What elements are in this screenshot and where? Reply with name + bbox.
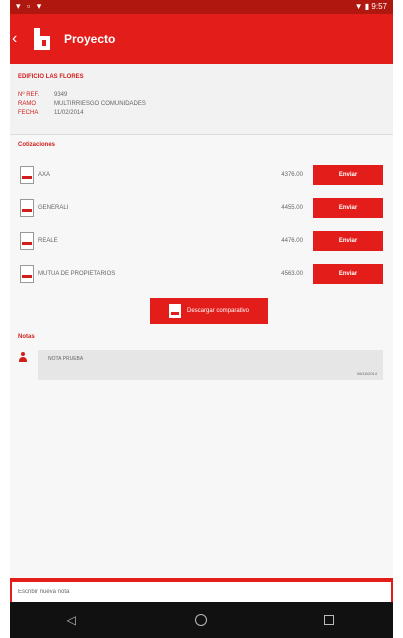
battery-icon: ▮ (364, 2, 370, 11)
project-field-fecha: FECHA 11/02/2014 (18, 110, 84, 116)
device-frame-left (0, 0, 10, 638)
note-text: NOTA PRUEBA (48, 356, 84, 362)
download-label: Descargar comparativo (186, 308, 250, 314)
pdf-document-icon[interactable] (20, 166, 34, 184)
project-field-ref: Nº REF. 9349 (18, 92, 67, 98)
logo-mark (34, 28, 50, 50)
quote-row: GENERALI 4455.00 Enviar (20, 197, 383, 219)
field-label: Nº REF. (18, 92, 40, 98)
app-screen: ▾ ▫ ▾ ▼ ▮ 9:57 ‹ Proyecto EDIFICIO LAS F… (10, 0, 393, 638)
status-time: 9:57 (371, 2, 387, 11)
quote-company: GENERALI (38, 205, 69, 211)
project-name: EDIFICIO LAS FLORES (18, 74, 84, 80)
status-bar: ▾ ▫ ▾ ▼ ▮ 9:57 (10, 0, 393, 14)
send-quote-button[interactable]: Enviar (313, 165, 383, 185)
new-note-composer (10, 578, 393, 602)
status-icons-right: ▼ ▮ 9:57 (355, 2, 387, 11)
quote-price: 4376.00 (281, 172, 303, 178)
device-frame-right (393, 0, 403, 638)
pdf-download-icon (168, 304, 181, 318)
page-title: Proyecto (64, 32, 116, 46)
pdf-document-icon[interactable] (20, 265, 34, 283)
quote-row: AXA 4376.00 Enviar (20, 164, 383, 186)
quote-price: 4476.00 (281, 238, 303, 244)
project-summary: EDIFICIO LAS FLORES Nº REF. 9349 RAMO MU… (10, 64, 393, 135)
user-avatar-icon (18, 352, 28, 362)
system-nav-bar: ◁ (10, 602, 393, 638)
note-bubble: NOTA PRUEBA 06/16/2014 (38, 350, 383, 380)
field-value: 11/02/2014 (54, 110, 84, 116)
notification-icon: ▾ (16, 1, 23, 11)
signal-icon: ▼ (354, 2, 363, 11)
quote-company: REALE (38, 238, 58, 244)
back-icon[interactable]: ◁ (67, 613, 76, 627)
project-field-ramo: RAMO MULTIRRIESGO COMUNIDADES (18, 101, 146, 107)
app-bar: ‹ Proyecto (10, 14, 393, 64)
pdf-document-icon[interactable] (20, 199, 34, 217)
quote-price: 4455.00 (281, 205, 303, 211)
quote-company: AXA (38, 172, 51, 178)
note-item: NOTA PRUEBA 06/16/2014 (18, 350, 383, 380)
quote-price: 4563.00 (281, 271, 303, 277)
field-label: RAMO (18, 101, 36, 107)
download-comparison-button[interactable]: Descargar comparativo (150, 298, 268, 324)
field-value: MULTIRRIESGO COMUNIDADES (54, 101, 146, 107)
notification-icon: ▫ (27, 1, 33, 11)
send-quote-button[interactable]: Enviar (313, 264, 383, 284)
section-title-quotes: Cotizaciones (18, 142, 56, 148)
home-icon[interactable] (195, 614, 208, 626)
field-value: 9349 (54, 92, 68, 98)
send-quote-button[interactable]: Enviar (313, 231, 383, 251)
note-date: 06/16/2014 (356, 371, 377, 376)
field-label: FECHA (18, 110, 39, 116)
quote-company: MUTUA DE PROPIETARIOS (38, 271, 116, 277)
send-quote-button[interactable]: Enviar (313, 198, 383, 218)
app-logo-icon (28, 26, 54, 52)
pdf-document-icon[interactable] (20, 232, 34, 250)
wifi-icon: ▾ (36, 1, 44, 11)
quote-row: MUTUA DE PROPIETARIOS 4563.00 Enviar (20, 263, 383, 285)
new-note-input[interactable] (12, 582, 391, 602)
back-chevron-icon[interactable]: ‹ (12, 30, 24, 48)
quote-row: REALE 4476.00 Enviar (20, 230, 383, 252)
status-icons-left: ▾ ▫ ▾ (16, 1, 43, 12)
section-title-notes: Notas (18, 334, 35, 340)
recent-apps-icon[interactable] (324, 615, 335, 625)
